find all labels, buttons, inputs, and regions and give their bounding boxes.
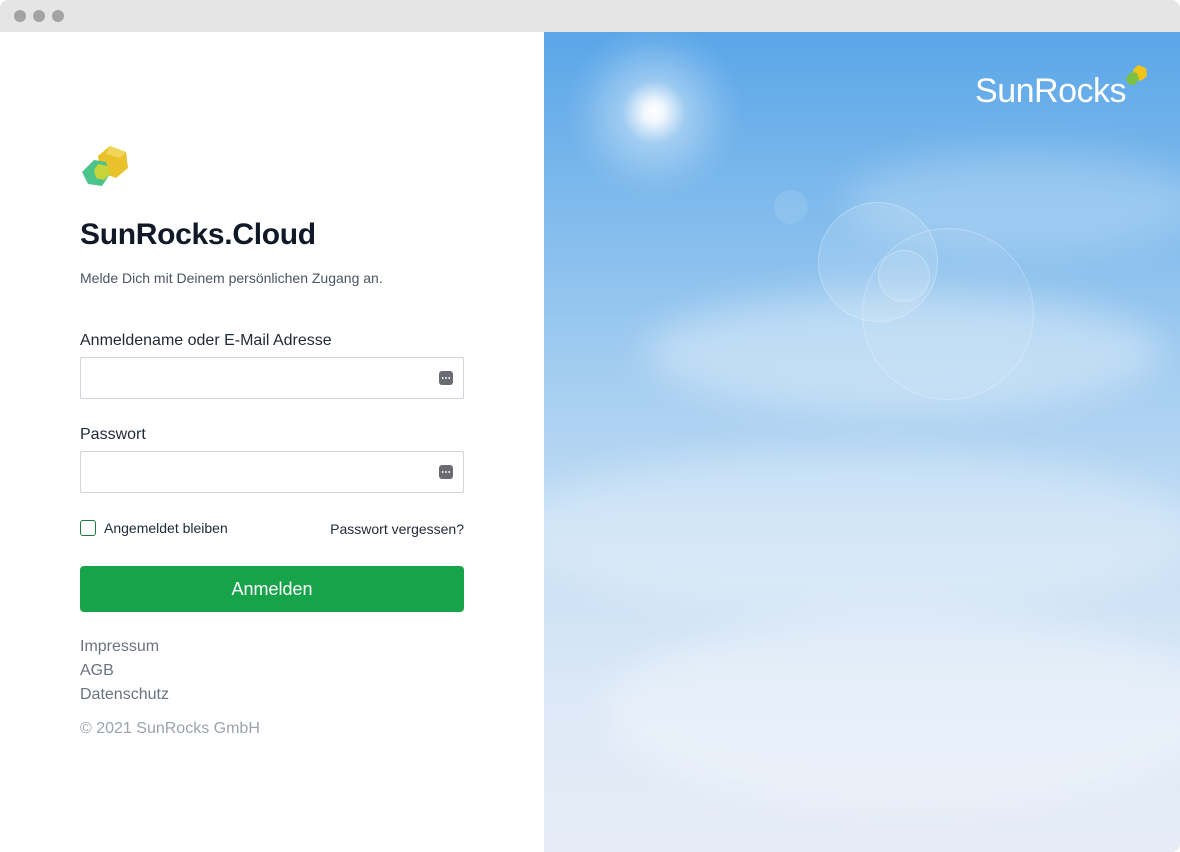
login-button[interactable]: Anmelden bbox=[80, 566, 464, 612]
password-manager-icon[interactable] bbox=[439, 371, 453, 385]
footer-links: Impressum AGB Datenschutz bbox=[80, 638, 169, 704]
password-manager-icon[interactable] bbox=[439, 465, 453, 479]
page-content: SunRocks.Cloud Melde Dich mit Deinem per… bbox=[0, 32, 1180, 852]
window-maximize-button[interactable] bbox=[52, 10, 64, 22]
browser-window: SunRocks.Cloud Melde Dich mit Deinem per… bbox=[0, 0, 1180, 852]
agb-link[interactable]: AGB bbox=[80, 662, 169, 680]
lens-flare bbox=[774, 190, 808, 224]
window-close-button[interactable] bbox=[14, 10, 26, 22]
password-label: Passwort bbox=[80, 426, 146, 443]
login-panel: SunRocks.Cloud Melde Dich mit Deinem per… bbox=[0, 32, 544, 852]
lens-flare bbox=[862, 228, 1034, 400]
cloud-decoration bbox=[604, 612, 1180, 812]
hero-sky-image: SunRocks bbox=[544, 32, 1180, 852]
cloud-decoration bbox=[544, 452, 1180, 612]
sunrocks-logo-icon bbox=[82, 146, 128, 186]
page-title: SunRocks.Cloud bbox=[80, 218, 316, 251]
remember-me-label: Angemeldet bleiben bbox=[104, 520, 228, 536]
lens-flare bbox=[878, 250, 930, 302]
password-field-wrapper bbox=[80, 451, 464, 493]
username-field-wrapper bbox=[80, 357, 464, 399]
datenschutz-link[interactable]: Datenschutz bbox=[80, 686, 169, 704]
forgot-password-link[interactable]: Passwort vergessen? bbox=[330, 521, 464, 537]
window-minimize-button[interactable] bbox=[33, 10, 45, 22]
impressum-link[interactable]: Impressum bbox=[80, 638, 169, 656]
remember-me-checkbox[interactable] bbox=[80, 520, 96, 536]
brand-logo-icon bbox=[1126, 65, 1147, 85]
page-subtitle: Melde Dich mit Deinem persönlichen Zugan… bbox=[80, 270, 383, 286]
username-input[interactable] bbox=[81, 358, 463, 398]
remember-me[interactable]: Angemeldet bleiben bbox=[80, 520, 228, 536]
window-titlebar bbox=[0, 0, 1180, 32]
sun-icon bbox=[564, 32, 744, 202]
password-input[interactable] bbox=[81, 452, 463, 492]
copyright-text: © 2021 SunRocks GmbH bbox=[80, 720, 260, 737]
brand-wordmark: SunRocks bbox=[975, 72, 1126, 110]
username-label: Anmeldename oder E-Mail Adresse bbox=[80, 332, 332, 349]
